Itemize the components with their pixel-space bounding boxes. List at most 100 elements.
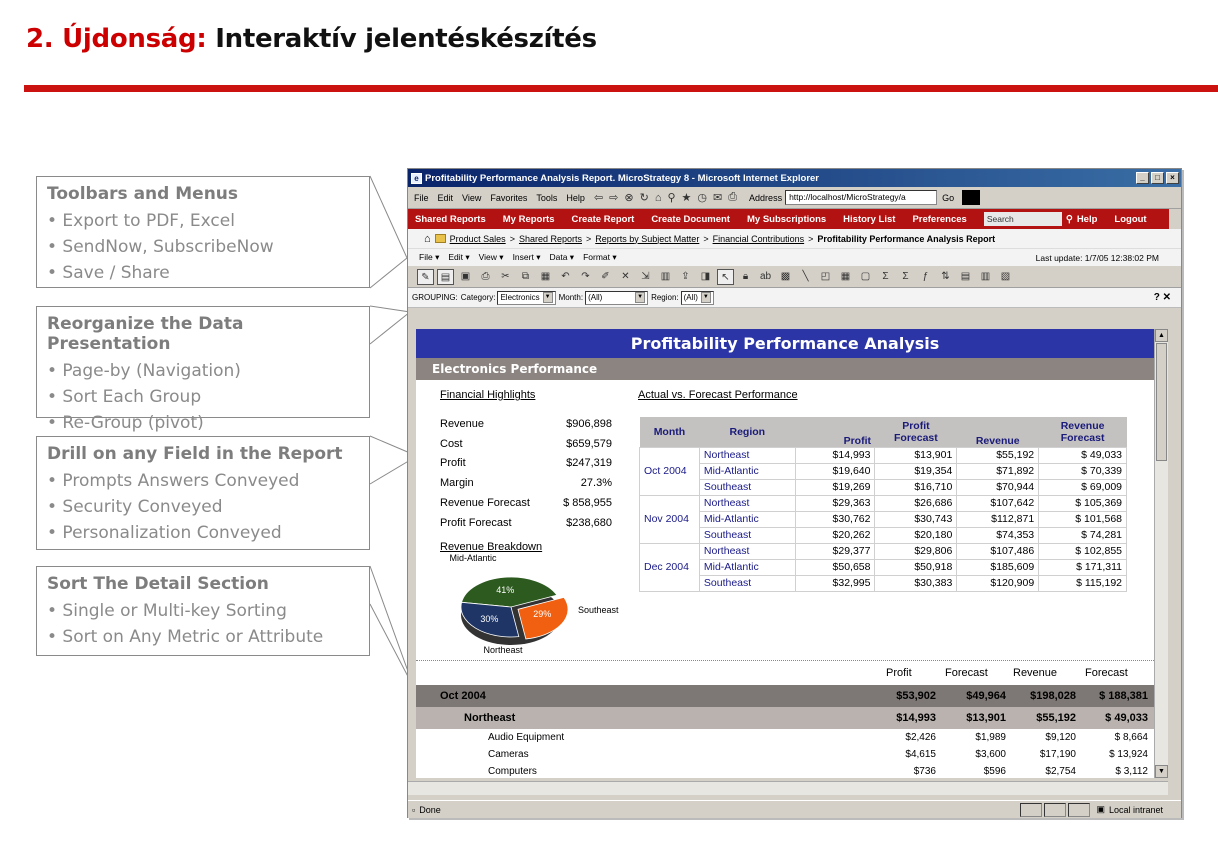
undo-icon[interactable]: ↶ [557, 269, 574, 285]
detail-row-label[interactable]: Northeast [416, 712, 868, 724]
region-cell[interactable]: Northeast [698, 446, 796, 464]
redo-icon[interactable]: ↷ [577, 269, 594, 285]
report-menu-insert[interactable]: Insert ▾ [513, 252, 541, 263]
breadcrumb-reports-by-subject[interactable]: Reports by Subject Matter [595, 234, 699, 244]
excel-icon[interactable]: ▥ [657, 269, 674, 285]
detail-item-row[interactable]: Audio Equipment $2,426 $1,989 $9,120 $ 8,664 [416, 729, 1154, 746]
month-select[interactable]: (All) ▼ [585, 290, 649, 305]
chart-icon[interactable]: ▥ [977, 269, 994, 285]
detail-item-row[interactable]: Cameras $4,615 $3,600 $17,190 $ 13,924 [416, 746, 1154, 763]
logout-link[interactable]: Logout [1114, 214, 1146, 225]
print-icon[interactable]: ⎙ [477, 269, 494, 285]
nav-preferences[interactable]: Preferences [912, 214, 966, 225]
detail-col-revenue[interactable]: Revenue [1013, 667, 1057, 679]
revenue-pie-chart[interactable]: 41% Mid-Atlantic 29% Southeast 30% Northeast [436, 549, 626, 659]
detail-month-row[interactable]: Oct 2004 $53,902 $49,964 $198,028 $ 188,381 [416, 685, 1154, 707]
report-menu-edit[interactable]: Edit ▾ [448, 252, 469, 263]
mail-icon[interactable]: ✉ [713, 191, 722, 204]
col-profit[interactable]: Profit [795, 417, 875, 447]
detail-row-label[interactable]: Cameras [416, 749, 868, 760]
detail-region-row[interactable]: Northeast $14,993 $13,901 $55,192 $ 49,033 [416, 707, 1154, 729]
menu-tools[interactable]: Tools [536, 193, 557, 203]
report-menu-view[interactable]: View ▾ [479, 252, 504, 263]
scroll-down-icon[interactable]: ▼ [1155, 765, 1168, 778]
maximize-button[interactable]: □ [1151, 172, 1164, 184]
format-icon[interactable]: ✐ [597, 269, 614, 285]
close-button[interactable]: × [1166, 172, 1179, 184]
report-menu-file[interactable]: File ▾ [419, 252, 439, 263]
nav-create-document[interactable]: Create Document [651, 214, 730, 225]
nav-shared-reports[interactable]: Shared Reports [415, 214, 486, 225]
breadcrumb-product-sales[interactable]: Product Sales [450, 234, 506, 244]
pdf-icon[interactable]: ◨ [697, 269, 714, 285]
scroll-thumb[interactable] [1156, 343, 1167, 461]
region-cell[interactable]: Mid-Atlantic [698, 558, 796, 576]
forward-icon[interactable]: ⇨ [609, 191, 618, 204]
subtotal-icon[interactable]: Σ [897, 269, 914, 285]
grid-icon[interactable]: ▦ [837, 269, 854, 285]
region-cell[interactable]: Southeast [698, 526, 796, 544]
grouping-help-close[interactable]: ? ✕ [1154, 292, 1171, 303]
lock-icon[interactable]: 🔒︎ [737, 269, 754, 285]
col-region[interactable]: Region [699, 417, 796, 447]
print-icon[interactable]: ⎙ [728, 191, 737, 204]
region-cell[interactable]: Mid-Atlantic [698, 462, 796, 480]
copy-icon[interactable]: ⧉ [517, 269, 534, 285]
send-icon[interactable]: ⇪ [677, 269, 694, 285]
col-revenue[interactable]: Revenue [956, 417, 1039, 447]
region-cell[interactable]: Southeast [698, 478, 796, 496]
graph-icon[interactable]: ▧ [997, 269, 1014, 285]
go-button[interactable]: Go [942, 193, 954, 203]
nav-create-report[interactable]: Create Report [571, 214, 634, 225]
help-link[interactable]: Help [1077, 214, 1098, 225]
page-scroll-up[interactable] [1169, 209, 1181, 229]
refresh-icon[interactable]: ↻ [640, 191, 649, 204]
text-icon[interactable]: ab [757, 269, 774, 285]
minimize-button[interactable]: _ [1136, 172, 1149, 184]
menu-help[interactable]: Help [566, 193, 585, 203]
month-cell[interactable]: Dec 2004 [639, 542, 700, 592]
menu-edit[interactable]: Edit [438, 193, 454, 203]
menu-favorites[interactable]: Favorites [490, 193, 527, 203]
search-input[interactable]: Search [983, 212, 1062, 226]
home-icon[interactable]: ⌂ [655, 192, 662, 204]
region-cell[interactable]: Mid-Atlantic [698, 510, 796, 528]
sum-icon[interactable]: Σ [877, 269, 894, 285]
detail-col-profit[interactable]: Profit [886, 667, 912, 679]
detail-row-label[interactable]: Oct 2004 [416, 690, 868, 702]
search-icon[interactable]: ⚲ [667, 191, 675, 204]
panel-icon[interactable]: ▢ [857, 269, 874, 285]
category-select[interactable]: Electronics ▼ [497, 290, 556, 305]
home-icon[interactable]: ⌂ [424, 233, 431, 245]
month-cell[interactable]: Oct 2004 [639, 446, 700, 496]
favorites-icon[interactable]: ★ [682, 191, 692, 204]
region-cell[interactable]: Southeast [698, 574, 796, 592]
report-menu-data[interactable]: Data ▾ [549, 252, 574, 263]
cut-icon[interactable]: ✂ [497, 269, 514, 285]
table-icon[interactable]: ▤ [957, 269, 974, 285]
region-select[interactable]: (All) ▼ [680, 290, 714, 305]
detail-row-label[interactable]: Computers [416, 766, 868, 777]
search-icon[interactable]: ⚲ [1066, 214, 1073, 225]
region-cell[interactable]: Northeast [698, 494, 796, 512]
month-cell[interactable]: Nov 2004 [639, 494, 700, 544]
scroll-up-icon[interactable]: ▲ [1155, 329, 1168, 342]
vertical-scrollbar[interactable]: ▲ ▼ [1154, 329, 1168, 778]
export-icon[interactable]: ⇲ [637, 269, 654, 285]
forecast-title[interactable]: Actual vs. Forecast Performance [638, 389, 798, 401]
horizontal-scrollbar[interactable] [408, 781, 1168, 795]
nav-history-list[interactable]: History List [843, 214, 895, 225]
detail-col-forecast[interactable]: Forecast [945, 667, 988, 679]
report-menu-format[interactable]: Format ▾ [583, 252, 617, 263]
col-profit-forecast[interactable]: Profit Forecast [874, 417, 957, 447]
financial-highlights-title[interactable]: Financial Highlights [440, 389, 535, 401]
breadcrumb-shared-reports[interactable]: Shared Reports [519, 234, 582, 244]
menu-view[interactable]: View [462, 193, 481, 203]
select-icon[interactable]: ↖ [717, 268, 734, 285]
sort-icon[interactable]: ⇅ [937, 269, 954, 285]
view-mode-icon[interactable]: ▤ [437, 268, 454, 285]
back-icon[interactable]: ⇦ [594, 191, 603, 204]
delete-icon[interactable]: ✕ [617, 269, 634, 285]
shape-icon[interactable]: ◰ [817, 269, 834, 285]
function-icon[interactable]: ƒ [917, 269, 934, 285]
